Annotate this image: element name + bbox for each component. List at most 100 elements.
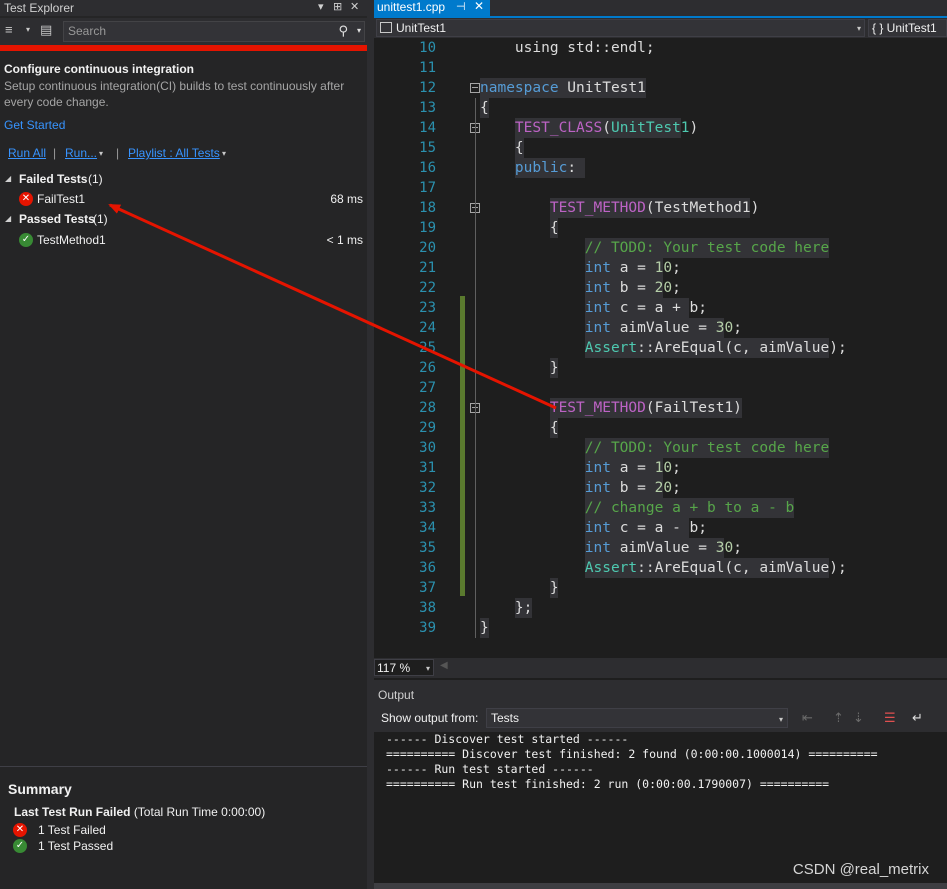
output-title: Output	[378, 688, 415, 702]
code-text: Assert::AreEqual(c, aimValue);	[584, 560, 847, 576]
project-dropdown[interactable]: UnitTest1 ▾	[376, 19, 865, 37]
code-line[interactable]: 17	[374, 178, 947, 198]
change-indicator-bar	[460, 296, 465, 596]
run-all-link[interactable]: Run All	[8, 146, 46, 160]
test-name: FailTest1	[37, 192, 86, 206]
ci-title: Configure continuous integration	[4, 62, 194, 76]
search-dropdown-icon[interactable]: ▾	[357, 26, 361, 35]
test-duration: < 1 ms	[326, 233, 363, 247]
code-line[interactable]: 12 namespace UnitTest1	[374, 78, 947, 98]
code-line[interactable]: 22 int b = 20;	[374, 278, 947, 298]
collapse-triangle-icon[interactable]: ◢	[5, 174, 11, 183]
pin-icon[interactable]: ⊞	[333, 0, 342, 13]
collapse-outline-icon[interactable]	[470, 83, 480, 93]
line-number: 31	[419, 460, 436, 476]
test-name: TestMethod1	[37, 233, 106, 247]
passed-icon: ✓	[13, 839, 27, 853]
next-message-icon[interactable]: ⇣	[853, 710, 864, 726]
code-view[interactable]: 10 using std::endl; 11 12 namespace UnitTes…	[374, 38, 947, 658]
line-number: 34	[419, 520, 436, 536]
line-number: 19	[419, 220, 436, 236]
code-text: }	[549, 360, 559, 376]
word-wrap-icon[interactable]: ↵	[912, 710, 923, 726]
code-line[interactable]: 19 {	[374, 218, 947, 238]
run-link[interactable]: Run...	[65, 146, 97, 160]
code-text: TEST_METHOD(FailTest1)	[549, 400, 742, 416]
code-text: TEST_METHOD(TestMethod1)	[549, 200, 760, 216]
test-item-testmethod1[interactable]: ✓ TestMethod1 < 1 ms	[0, 232, 367, 250]
search-icon[interactable]: ⚲	[338, 23, 348, 39]
line-number: 16	[419, 160, 436, 176]
code-editor: unittest1.cpp ⊣ ✕ UnitTest1 ▾ { } UnitTe…	[374, 0, 947, 680]
code-text: Assert::AreEqual(c, aimValue);	[584, 340, 847, 356]
line-number: 25	[419, 340, 436, 356]
playlist-icon[interactable]: ▤	[40, 22, 52, 38]
project-icon	[380, 22, 392, 33]
window-dropdown-icon[interactable]: ▾	[318, 0, 324, 13]
code-text: };	[514, 600, 533, 616]
close-icon[interactable]: ✕	[350, 0, 359, 13]
code-line[interactable]: 14 TEST_CLASS(UnitTest1)	[374, 118, 947, 138]
line-number: 20	[419, 240, 436, 256]
collapse-triangle-icon[interactable]: ◢	[5, 214, 11, 223]
code-line[interactable]: 38 };	[374, 598, 947, 618]
code-line[interactable]: 13 {	[374, 98, 947, 118]
previous-message-icon[interactable]: ⇡	[833, 710, 844, 726]
line-number: 26	[419, 360, 436, 376]
pin-tab-icon[interactable]: ⊣	[456, 0, 466, 13]
line-number: 36	[419, 560, 436, 576]
outline-guide	[475, 98, 476, 638]
chevron-down-icon: ▾	[856, 24, 861, 33]
line-number: 10	[419, 40, 436, 56]
last-run-status: Last Test Run Failed (Total Run Time 0:0…	[14, 805, 265, 819]
code-text: int c = a + b;	[584, 300, 707, 316]
code-text: {	[549, 220, 559, 236]
zoom-dropdown[interactable]: 117 % ▾	[374, 659, 434, 676]
tab-unittest1-cpp[interactable]: unittest1.cpp ⊣ ✕	[374, 0, 490, 16]
get-started-link[interactable]: Get Started	[4, 118, 65, 132]
code-line[interactable]: 15 {	[374, 138, 947, 158]
code-text: int b = 20;	[584, 280, 681, 296]
code-line[interactable]: 18 TEST_METHOD(TestMethod1)	[374, 198, 947, 218]
search-input[interactable]: Search ⚲ ▾	[63, 21, 365, 42]
output-text[interactable]: ------ Discover test started ------ ====…	[386, 732, 878, 792]
code-line[interactable]: 21 int a = 10;	[374, 258, 947, 278]
playlist-dropdown-icon[interactable]: ▾	[222, 149, 226, 158]
summary-divider[interactable]	[0, 766, 367, 767]
code-text: {	[514, 140, 524, 156]
code-line[interactable]: 39}	[374, 618, 947, 638]
line-number: 24	[419, 320, 436, 336]
code-text: int aimValue = 30;	[584, 540, 742, 556]
output-source-select[interactable]: Tests ▾	[486, 708, 788, 728]
line-number: 29	[419, 420, 436, 436]
code-text: }	[549, 580, 559, 596]
project-dropdown-value: UnitTest1	[396, 21, 447, 35]
code-line[interactable]: 11	[374, 58, 947, 78]
output-scrollbar[interactable]	[374, 883, 947, 889]
panel-splitter[interactable]	[367, 0, 374, 889]
code-text: }	[480, 620, 489, 636]
test-explorer-titlebar: Test Explorer ▾ ⊞ ✕	[0, 0, 367, 16]
group-by-icon[interactable]: ≡	[5, 22, 13, 37]
tab-filename: unittest1.cpp	[377, 0, 446, 14]
clear-all-icon[interactable]: ☰	[884, 710, 896, 726]
group-by-dropdown-icon[interactable]: ▾	[26, 25, 30, 34]
line-number: 13	[419, 100, 436, 116]
close-tab-icon[interactable]: ✕	[474, 0, 484, 13]
run-dropdown-icon[interactable]: ▾	[99, 149, 103, 158]
code-text: TEST_CLASS(UnitTest1)	[514, 120, 699, 136]
scroll-left-icon[interactable]: ◀	[440, 660, 448, 671]
code-line[interactable]: 10 using std::endl;	[374, 38, 947, 58]
output-titlebar: Output	[374, 684, 947, 704]
line-number: 39	[419, 620, 436, 636]
test-item-failtest1[interactable]: ✕ FailTest1 68 ms	[0, 191, 367, 209]
scope-dropdown[interactable]: { } UnitTest1	[868, 19, 947, 37]
test-explorer-panel: Test Explorer ▾ ⊞ ✕ ≡ ▾ ▤ Search ⚲ ▾ Con…	[0, 0, 367, 889]
find-message-icon[interactable]: ⇤	[802, 710, 813, 726]
group-failed-tests[interactable]: ◢ Failed Tests (1)	[0, 171, 367, 189]
chevron-down-icon: ▾	[425, 664, 430, 673]
playlist-link[interactable]: Playlist : All Tests	[128, 146, 220, 160]
group-passed-tests[interactable]: ◢ Passed Tests (1)	[0, 211, 367, 229]
code-line[interactable]: 20 // TODO: Your test code here	[374, 238, 947, 258]
code-line[interactable]: 16 public:	[374, 158, 947, 178]
